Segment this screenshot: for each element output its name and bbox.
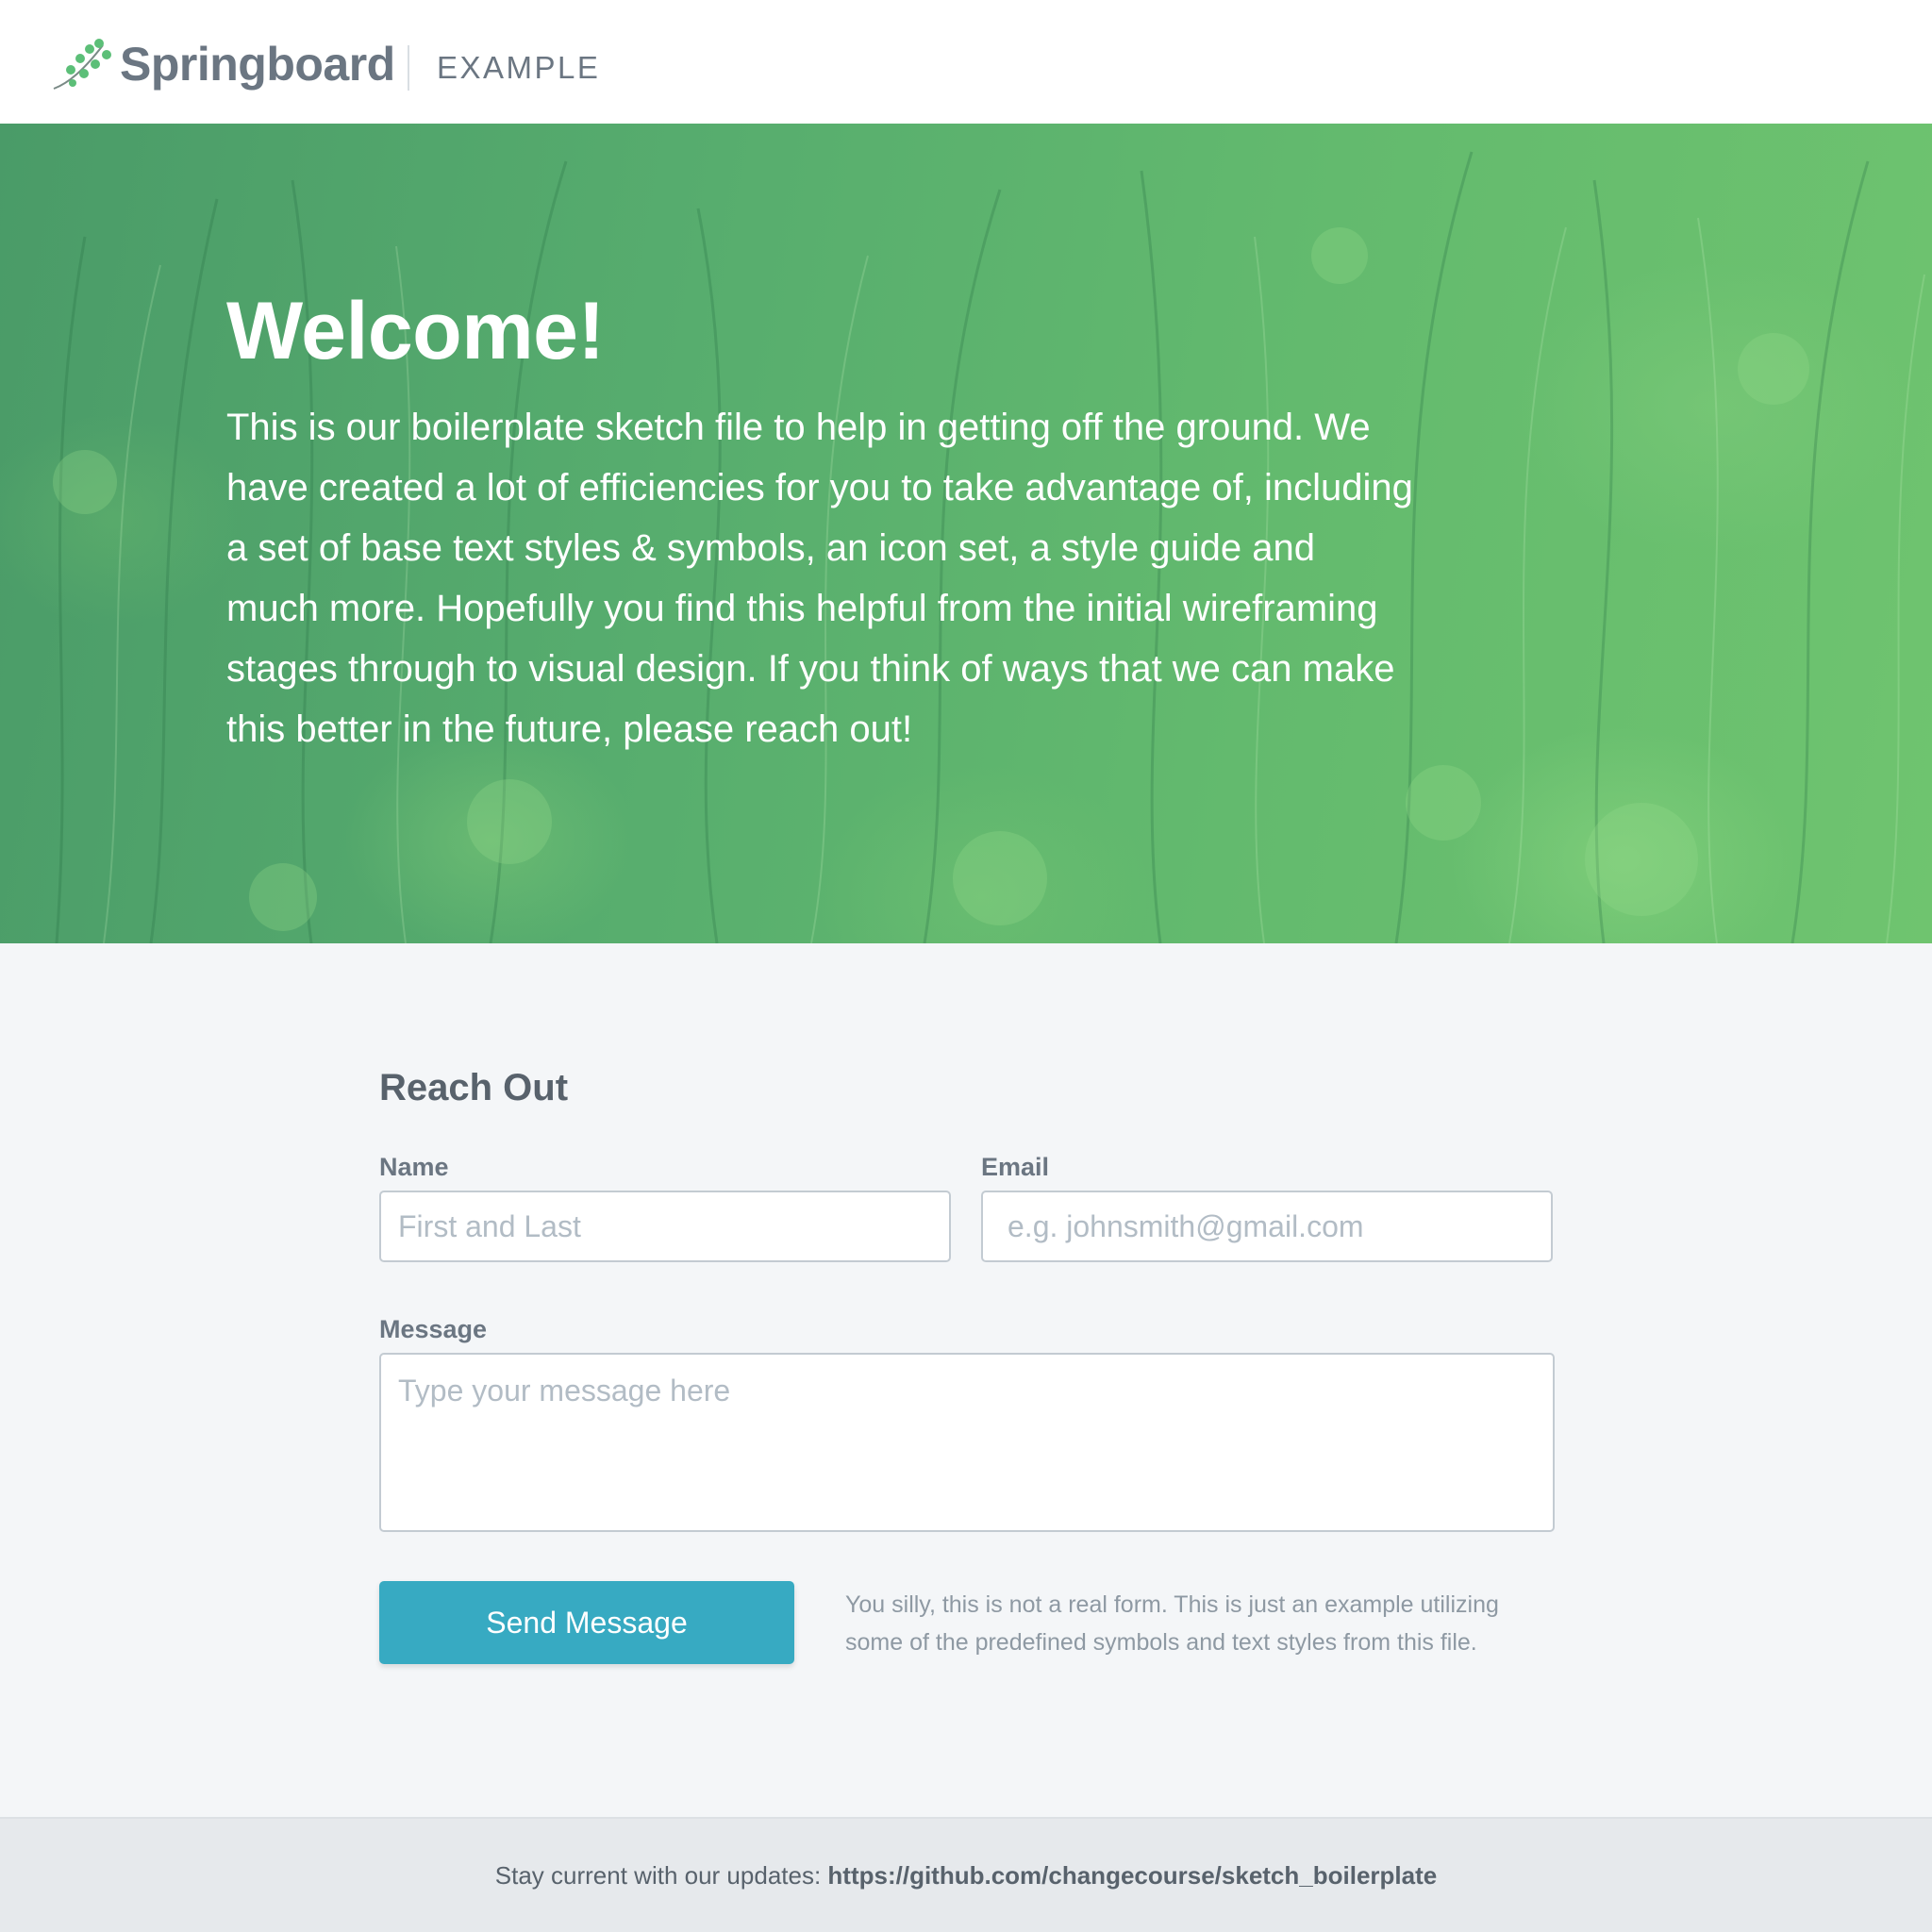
hero-title: Welcome! — [226, 286, 605, 376]
form-title: Reach Out — [379, 1067, 569, 1108]
header-divider — [408, 45, 409, 91]
email-label: Email — [981, 1153, 1050, 1181]
email-input[interactable] — [981, 1191, 1553, 1262]
footer: Stay current with our updates: https://g… — [0, 1817, 1932, 1932]
send-message-button[interactable]: Send Message — [379, 1581, 794, 1664]
brand-tag: EXAMPLE — [437, 50, 601, 85]
footer-text: Stay current with our updates: https://g… — [0, 1819, 1932, 1932]
footer-prefix: Stay current with our updates: — [494, 1861, 822, 1890]
message-textarea[interactable] — [379, 1353, 1555, 1532]
name-label: Name — [379, 1153, 449, 1181]
brand-name: Springboard — [120, 38, 395, 91]
brand-logo-link[interactable]: Springboard — [52, 36, 395, 92]
hero-description: This is our boilerplate sketch file to h… — [226, 407, 1413, 750]
name-input[interactable] — [379, 1191, 951, 1262]
sprig-logo-icon — [53, 39, 111, 90]
message-label: Message — [379, 1315, 488, 1343]
hero-banner: Welcome! This is our boilerplate sketch … — [0, 124, 1932, 943]
top-bar: Springboard EXAMPLE — [0, 0, 1932, 124]
form-disclaimer: You silly, this is not a real form. This… — [845, 1591, 1499, 1656]
github-link[interactable]: https://github.com/changecourse/sketch_b… — [827, 1861, 1437, 1890]
